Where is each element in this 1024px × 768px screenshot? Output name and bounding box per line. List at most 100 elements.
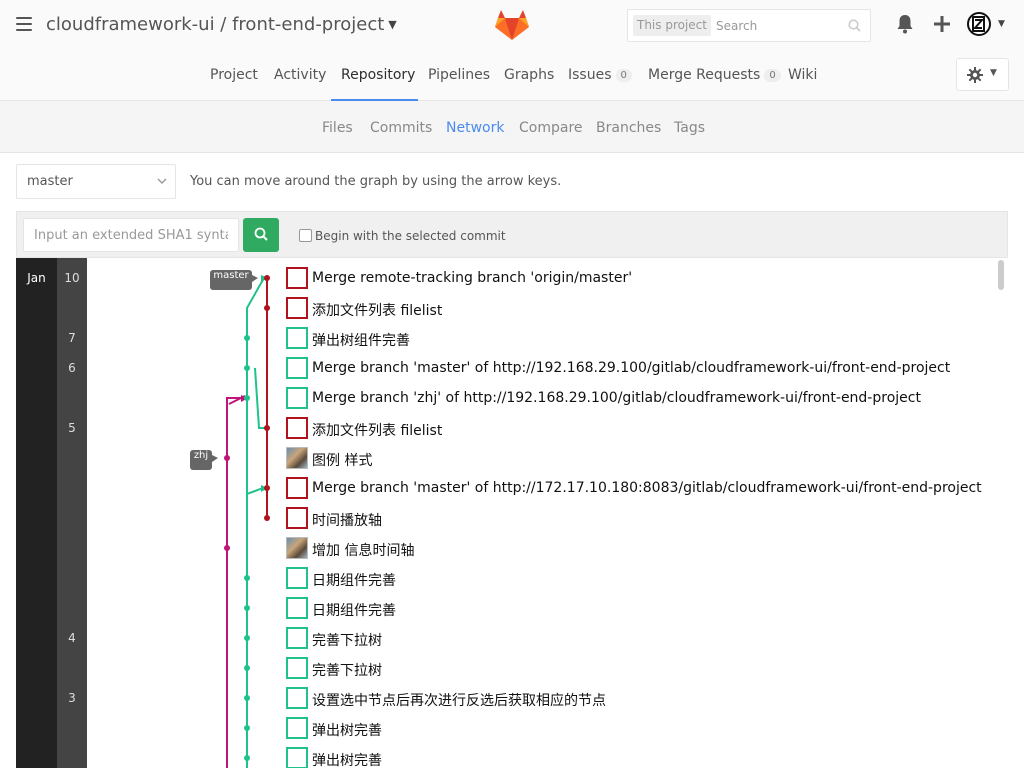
tab-branches[interactable]: Branches [596, 120, 661, 136]
search-box[interactable]: This project [627, 9, 871, 42]
merge-connector [246, 487, 264, 498]
menu-icon[interactable] [16, 17, 32, 31]
commit-author-avatar[interactable] [286, 297, 308, 319]
search-scope-badge[interactable]: This project [633, 15, 711, 36]
commit-message[interactable]: 添加文件列表 filelist [312, 420, 442, 440]
tab-issues[interactable]: Issues 0 [568, 67, 632, 83]
commit-author-avatar[interactable] [286, 357, 308, 379]
begin-with-selected-label[interactable]: Begin with the selected commit [315, 229, 506, 243]
commit-message[interactable]: Merge branch 'master' of http://172.17.1… [312, 480, 982, 496]
begin-with-selected-checkbox[interactable] [299, 229, 312, 242]
chevron-down-icon[interactable]: ▼ [388, 18, 396, 31]
commit-message[interactable]: 弹出树完善 [312, 720, 382, 740]
chevron-down-icon [157, 178, 167, 184]
tab-graphs[interactable]: Graphs [504, 67, 554, 83]
commit-dot [244, 575, 250, 581]
commit-dot [244, 725, 250, 731]
plus-icon[interactable] [934, 16, 950, 32]
project-title[interactable]: cloudframework-ui / front-end-project ▼ [46, 14, 397, 35]
graph-toolbar: Begin with the selected commit [16, 211, 1008, 258]
tab-repository[interactable]: Repository [341, 67, 415, 83]
branch-select[interactable]: master [16, 164, 176, 199]
gitlab-logo-icon[interactable] [494, 9, 530, 41]
branch-label-text: master [213, 270, 249, 281]
commit-author-avatar[interactable] [286, 477, 308, 499]
branch-label[interactable]: master [210, 270, 252, 290]
commit-dot [264, 515, 270, 521]
commit-dot [244, 755, 250, 761]
search-icon[interactable] [848, 19, 861, 32]
tab-pipelines[interactable]: Pipelines [428, 67, 490, 83]
commit-message[interactable]: 弹出树组件完善 [312, 330, 410, 350]
commit-dot [244, 605, 250, 611]
merge-connector [226, 397, 243, 458]
branch-label-pointer [212, 455, 218, 462]
commit-author-avatar[interactable] [286, 597, 308, 619]
commit-dot [224, 455, 230, 461]
commit-dot [244, 695, 250, 701]
commit-author-avatar[interactable] [286, 387, 308, 409]
commit-dot [224, 545, 230, 551]
commit-message[interactable]: 增加 信息时间轴 [312, 540, 414, 560]
commit-message[interactable]: Merge remote-tracking branch 'origin/mas… [312, 270, 632, 286]
avatar[interactable] [967, 12, 991, 36]
tab-files[interactable]: Files [322, 120, 353, 136]
tab-merge-requests-label[interactable]: Merge Requests [648, 67, 760, 83]
branch-label[interactable]: zhj [190, 450, 212, 470]
commit-dot [244, 365, 250, 371]
commit-dot [264, 305, 270, 311]
network-graph[interactable]: Jan 10 7 6 5 4 3 master zhj Merge remote-track… [16, 258, 1008, 768]
merge-connector [254, 367, 267, 429]
gear-icon [967, 67, 983, 83]
commit-message[interactable]: 时间播放轴 [312, 510, 382, 530]
tab-wiki[interactable]: Wiki [788, 67, 817, 83]
scrollbar[interactable] [998, 260, 1004, 290]
commit-author-avatar[interactable] [286, 447, 308, 469]
commit-author-avatar[interactable] [286, 417, 308, 439]
tab-issues-label[interactable]: Issues [568, 67, 612, 83]
commit-author-avatar[interactable] [286, 267, 308, 289]
commit-author-avatar[interactable] [286, 327, 308, 349]
commit-author-avatar[interactable] [286, 567, 308, 589]
tab-network[interactable]: Network [446, 120, 504, 136]
commit-message[interactable]: 弹出树完善 [312, 750, 382, 768]
commit-dot [244, 335, 250, 341]
branch-select-value: master [27, 174, 73, 189]
commit-dot [244, 635, 250, 641]
merge-requests-count-badge: 0 [764, 69, 781, 82]
commit-dot [264, 485, 270, 491]
commit-author-avatar[interactable] [286, 537, 308, 559]
tab-activity[interactable]: Activity [274, 67, 326, 83]
commit-message[interactable]: 完善下拉树 [312, 660, 382, 680]
sha-input[interactable] [23, 218, 239, 252]
commit-message[interactable]: 日期组件完善 [312, 600, 396, 620]
commit-author-avatar[interactable] [286, 717, 308, 739]
commit-dot [264, 425, 270, 431]
tab-merge-requests[interactable]: Merge Requests 0 [648, 67, 781, 83]
commit-dot [264, 275, 270, 281]
commit-author-avatar[interactable] [286, 687, 308, 709]
commit-message[interactable]: 设置选中节点后再次进行反选后获取相应的节点 [312, 690, 606, 710]
commit-author-avatar[interactable] [286, 627, 308, 649]
commit-author-avatar[interactable] [286, 747, 308, 768]
tab-compare[interactable]: Compare [519, 120, 583, 136]
commit-message[interactable]: 图例 样式 [312, 450, 372, 470]
commit-message[interactable]: Merge branch 'master' of http://192.168.… [312, 360, 950, 376]
project-path[interactable]: cloudframework-ui / front-end-project [46, 14, 384, 35]
chevron-down-icon[interactable]: ▼ [998, 19, 1005, 29]
commit-author-avatar[interactable] [286, 507, 308, 529]
tab-project[interactable]: Project [210, 67, 258, 83]
bell-icon[interactable] [896, 14, 914, 34]
project-settings-button[interactable]: ▼ [956, 58, 1009, 91]
commit-message[interactable]: 日期组件完善 [312, 570, 396, 590]
tab-commits[interactable]: Commits [370, 120, 432, 136]
search-commit-button[interactable] [243, 218, 279, 252]
search-icon [254, 227, 268, 241]
commit-author-avatar[interactable] [286, 657, 308, 679]
commit-message[interactable]: Merge branch 'zhj' of http://192.168.29.… [312, 390, 921, 406]
tab-tags[interactable]: Tags [674, 120, 705, 136]
search-input[interactable] [716, 16, 836, 36]
graph-hint-text: You can move around the graph by using t… [190, 174, 562, 189]
commit-message[interactable]: 完善下拉树 [312, 630, 382, 650]
commit-message[interactable]: 添加文件列表 filelist [312, 300, 442, 320]
